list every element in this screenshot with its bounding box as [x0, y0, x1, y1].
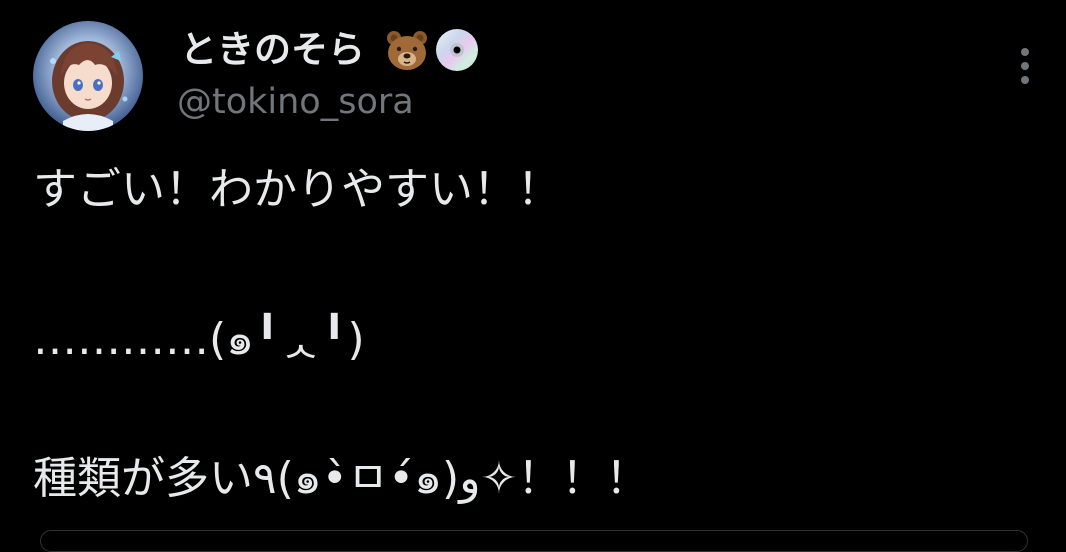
tweet[interactable]: ときのそら @tokino_sora すごい！わかりやすい！！ …………(๑╹ᆺ…	[0, 0, 1066, 552]
tweet-text-line: すごい！わかりやすい！！	[33, 164, 561, 215]
optical-disc-icon	[434, 27, 480, 73]
display-name[interactable]: ときのそら	[180, 24, 365, 76]
tweet-text-line: 種類が多い٩(๑•̀ㅁ•́๑)و✧！！！	[33, 453, 650, 504]
more-options-icon[interactable]	[1010, 44, 1040, 88]
avatar[interactable]	[33, 21, 143, 131]
tweet-text-line: …………(๑╹ᆺ╹)	[33, 314, 365, 365]
user-handle[interactable]: @tokino_sora	[177, 79, 414, 125]
media-card-edge[interactable]	[40, 530, 1028, 552]
bear-face-icon	[384, 27, 430, 73]
avatar-illustration	[50, 41, 128, 131]
